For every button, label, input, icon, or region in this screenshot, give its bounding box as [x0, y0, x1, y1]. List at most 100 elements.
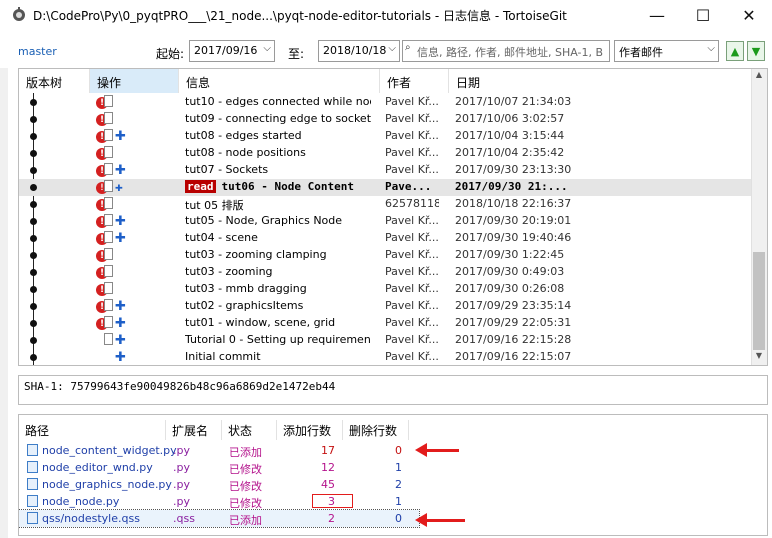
log-row[interactable]: ! ✚ tut02 - graphicsItems Pavel Kř... 2017/0…	[19, 298, 752, 315]
log-row[interactable]: ! tut03 - zooming Pavel Kř... 2017/09/30 0:…	[19, 264, 752, 281]
document-icon	[104, 316, 113, 328]
log-row[interactable]: ! ✚ tut08 - edges started Pavel Kř... 2017/1…	[19, 128, 752, 145]
commit-date: 2017/09/30 0:26:08	[455, 282, 565, 295]
column-header-lines-deleted[interactable]: 删除行数	[343, 420, 409, 440]
commit-node-icon	[30, 133, 37, 140]
commit-date: 2017/09/30 0:49:03	[455, 265, 565, 278]
added-files-icon: ✚	[115, 231, 126, 246]
sha-display[interactable]: SHA-1: 75799643fe90049826b48c96a6869d2e1…	[18, 375, 768, 405]
column-header-author[interactable]: 作者	[380, 69, 449, 93]
scroll-up-icon[interactable]: ▲	[751, 70, 767, 84]
file-extension: .py	[173, 495, 190, 508]
log-row[interactable]: ! tut03 - zooming clamping Pavel Kř... 2017…	[19, 247, 752, 264]
file-row[interactable]: qss/nodestyle.qss .qss 已添加 2 0	[19, 509, 420, 528]
previous-match-button[interactable]: ▲	[726, 41, 744, 61]
scrollbar-thumb[interactable]	[753, 252, 765, 350]
column-header-date[interactable]: 日期	[449, 69, 752, 93]
commit-message: tut04 - scene	[185, 231, 371, 244]
branch-link[interactable]: master	[18, 45, 57, 58]
file-row[interactable]: node_content_widget.py .py 已添加 17 0	[19, 442, 419, 459]
commit-node-icon	[30, 286, 37, 293]
log-row[interactable]: ! ✚ tut04 - scene Pavel Kř... 2017/09/30 19:…	[19, 230, 752, 247]
commit-author: Pavel Kř...	[385, 265, 439, 278]
commit-date: 2017/10/04 2:35:42	[455, 146, 565, 159]
log-row[interactable]: !tut10 - edges connected while node...Pa…	[19, 94, 752, 111]
scroll-down-icon[interactable]: ▼	[751, 351, 767, 365]
added-files-icon: ✚	[115, 214, 126, 229]
log-row[interactable]: ! ✚ tut01 - window, scene, grid Pavel Kř...…	[19, 315, 752, 332]
maximize-button[interactable]: ☐	[680, 0, 726, 30]
commit-message: read tut06 - Node Content	[185, 180, 371, 193]
to-date-picker[interactable]: 2018/10/18 ⌵	[318, 40, 400, 62]
document-icon	[104, 180, 113, 192]
chevron-down-icon: ⌵	[263, 43, 271, 54]
column-header-status[interactable]: 状态	[222, 420, 277, 440]
commit-message: Initial commit	[185, 350, 371, 363]
commit-node-icon	[30, 99, 37, 106]
commit-node-icon	[30, 150, 37, 157]
log-row[interactable]: ! ✚ tut05 - Node, Graphics Node Pavel Kř...…	[19, 213, 752, 230]
next-match-button[interactable]: ▼	[747, 41, 765, 61]
close-button[interactable]: ✕	[726, 0, 772, 30]
log-row[interactable]: ✚ Tutorial 0 - Setting up requirements Pav…	[19, 332, 752, 349]
commit-message-text: tut04 - scene	[185, 231, 258, 244]
commit-date: 2017/10/06 3:02:57	[455, 112, 565, 125]
read-badge: read	[185, 180, 216, 193]
log-row[interactable]: ! ✚ read tut06 - Node Content Pave... 2017/09…	[19, 179, 752, 196]
chevron-down-icon: ⌵	[707, 43, 715, 54]
left-edge	[0, 68, 8, 538]
minimize-button[interactable]: —	[634, 0, 680, 30]
document-icon	[104, 197, 113, 209]
highlight-box	[312, 494, 353, 508]
file-status: 已修改	[229, 463, 262, 476]
commit-log-list[interactable]: 版本树 操作 信息 作者 日期 ! tut10 - edges connected…	[18, 68, 768, 366]
file-status: 已添加	[229, 514, 262, 527]
to-date-value: 2018/10/18	[323, 44, 387, 57]
changed-files-list[interactable]: 路径 扩展名 状态 添加行数 删除行数 node_content_widget.…	[18, 414, 768, 536]
commit-author: Pavel Kř...	[385, 163, 439, 176]
commit-author: Pavel Kř...	[385, 248, 439, 261]
file-status: 已修改	[229, 480, 262, 493]
commit-node-icon	[30, 337, 37, 344]
commit-node-icon	[30, 303, 37, 310]
search-field-select[interactable]: 作者邮件 ⌵	[614, 40, 719, 62]
commit-date: 2017/09/30 23:13:30	[455, 163, 572, 176]
log-row[interactable]: ! tut08 - node positions Pavel Kř... 2017/1…	[19, 145, 752, 162]
lines-added: 45	[321, 478, 335, 491]
file-row[interactable]: node_node.py .py 已修改 3 1	[19, 493, 419, 510]
search-input[interactable]: ⌕ 信息, 路径, 作者, 邮件地址, SHA-1, B	[402, 40, 610, 62]
red-arrow-annotation	[415, 513, 465, 527]
log-row[interactable]: ! tut09 - connecting edge to socket, ... P…	[19, 111, 752, 128]
commit-author: Pavel Kř...	[385, 333, 439, 346]
document-icon	[104, 163, 113, 175]
log-row[interactable]: ! tut03 - mmb dragging Pavel Kř... 2017/09/…	[19, 281, 752, 298]
column-header-graph[interactable]: 版本树	[19, 69, 90, 93]
commit-message-text: tut03 - mmb dragging	[185, 282, 307, 295]
commit-node-icon	[30, 218, 37, 225]
file-path: qss/nodestyle.qss	[42, 512, 140, 525]
commit-author: Pavel Kř...	[385, 299, 439, 312]
commit-date: 2017/09/30 20:19:01	[455, 214, 572, 227]
commit-node-icon	[30, 320, 37, 327]
lines-added: 12	[321, 461, 335, 474]
commit-message: tut03 - zooming	[185, 265, 371, 278]
commit-message: tut 05 排版	[185, 197, 371, 213]
column-header-lines-added[interactable]: 添加行数	[277, 420, 343, 440]
from-date-picker[interactable]: 2017/09/16 ⌵	[189, 40, 275, 62]
file-row[interactable]: node_editor_wnd.py .py 已修改 12 1	[19, 459, 419, 476]
document-icon	[104, 231, 113, 243]
log-row[interactable]: !tut 05 排版6257811862018/10/18 22:16:37	[19, 196, 752, 213]
log-row[interactable]: ! ✚ tut07 - Sockets Pavel Kř... 2017/09/30 2…	[19, 162, 752, 179]
file-row[interactable]: node_graphics_node.py .py 已修改 45 2	[19, 476, 419, 493]
column-header-message[interactable]: 信息	[179, 69, 380, 93]
log-row[interactable]: ✚ Initial commit Pavel Kř... 2017/09/16 22:…	[19, 349, 752, 365]
commit-node-icon	[30, 354, 37, 361]
commit-message: tut07 - Sockets	[185, 163, 371, 176]
file-icon	[27, 495, 38, 507]
column-header-path[interactable]: 路径	[19, 420, 166, 440]
column-header-extension[interactable]: 扩展名	[166, 420, 222, 440]
arrow-up-icon: ▲	[730, 44, 740, 58]
file-status: 已添加	[229, 446, 262, 459]
column-header-actions[interactable]: 操作	[90, 69, 179, 93]
file-path: node_graphics_node.py	[42, 478, 172, 491]
